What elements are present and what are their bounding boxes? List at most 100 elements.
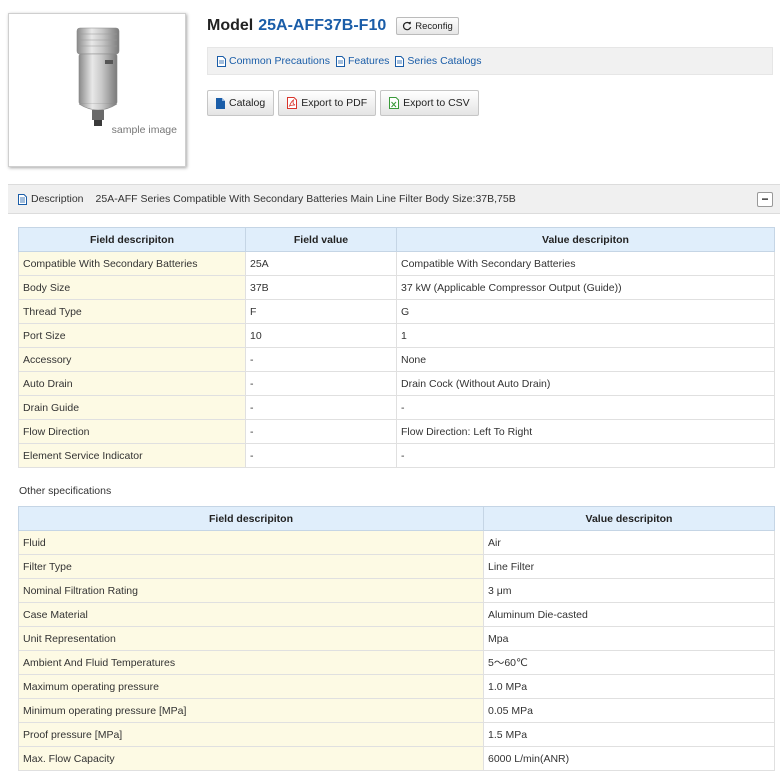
- reconfig-button[interactable]: Reconfig: [396, 17, 459, 35]
- link-features[interactable]: Features: [335, 55, 390, 67]
- description-icon: [18, 193, 27, 205]
- value-cell: F: [245, 299, 397, 324]
- value-cell: -: [245, 443, 397, 468]
- value-cell: -: [245, 395, 397, 420]
- description-panel: Description 25A-AFF Series Compatible Wi…: [8, 184, 780, 214]
- value-cell: 1.0 MPa: [483, 674, 775, 699]
- value-cell: 0.05 MPa: [483, 698, 775, 723]
- value-cell: Drain Cock (Without Auto Drain): [396, 371, 775, 396]
- other-specs-table: Field descripiton Value descripiton Flui…: [18, 506, 775, 771]
- table-row: Port Size 10 1: [18, 323, 775, 348]
- model-number: 25A-AFF37B-F10: [258, 17, 387, 34]
- column-header: Field descripiton: [18, 227, 246, 252]
- field-cell: Ambient And Fluid Temperatures: [18, 650, 484, 675]
- export-pdf-button[interactable]: Export to PDF: [278, 90, 377, 116]
- table-row: Auto Drain - Drain Cock (Without Auto Drai…: [18, 371, 775, 396]
- link-label: Series Catalogs: [407, 55, 482, 67]
- field-cell: Max. Flow Capacity: [18, 746, 484, 771]
- column-header: Value descripiton: [483, 506, 775, 531]
- column-header: Value descripiton: [396, 227, 775, 252]
- column-header: Field descripiton: [18, 506, 484, 531]
- link-label: Features: [347, 55, 390, 67]
- field-cell: Auto Drain: [18, 371, 246, 396]
- field-cell: Thread Type: [18, 299, 246, 324]
- value-cell: Air: [483, 530, 775, 555]
- field-cell: Proof pressure [MPa]: [18, 722, 484, 747]
- field-cell: Nominal Filtration Rating: [18, 578, 484, 603]
- field-cell: Maximum operating pressure: [18, 674, 484, 699]
- table-row: Element Service Indicator - -: [18, 443, 775, 468]
- table-header-row: Field descripiton Value descripiton: [18, 506, 775, 531]
- value-cell: -: [245, 371, 397, 396]
- table-row: Fluid Air: [18, 530, 775, 555]
- value-cell: -: [396, 395, 775, 420]
- link-label: Common Precautions: [229, 55, 330, 67]
- column-header: Field value: [245, 227, 397, 252]
- table-row: Thread Type F G: [18, 299, 775, 324]
- value-cell: 37B: [245, 275, 397, 300]
- field-cell: Fluid: [18, 530, 484, 555]
- field-cell: Case Material: [18, 602, 484, 627]
- other-specifications-title: Other specifications: [19, 485, 112, 497]
- catalog-button[interactable]: Catalog: [207, 90, 275, 116]
- refresh-icon: [403, 21, 412, 31]
- table-header-row: Field descripiton Field value Value desc…: [18, 227, 775, 252]
- value-cell: -: [396, 443, 775, 468]
- value-cell: 25A: [245, 251, 397, 276]
- value-cell: -: [245, 347, 397, 372]
- catalog-icon: [216, 97, 225, 109]
- field-cell: Filter Type: [18, 554, 484, 579]
- link-series-catalogs[interactable]: Series Catalogs: [395, 55, 482, 67]
- table-row: Maximum operating pressure 1.0 MPa: [18, 674, 775, 699]
- table-row: Body Size 37B 37 kW (Applicable Compressor…: [18, 275, 775, 300]
- table-row: Max. Flow Capacity 6000 L/min(ANR): [18, 746, 775, 771]
- pdf-icon: [287, 97, 298, 109]
- value-cell: 1: [396, 323, 775, 348]
- document-links-bar: Common Precautions Features Series Catal…: [207, 47, 773, 75]
- sample-image-label: sample image: [111, 124, 177, 136]
- table-row: Case Material Aluminum Die-casted: [18, 602, 775, 627]
- value-cell: Mpa: [483, 626, 775, 651]
- collapse-button[interactable]: −: [757, 192, 773, 207]
- table-row: Minimum operating pressure [MPa] 0.05 MPa: [18, 698, 775, 723]
- model-prefix: Model: [207, 17, 254, 34]
- table-row: Unit Representation Mpa: [18, 626, 775, 651]
- product-image: sample image: [8, 13, 186, 167]
- spec-table: Field descripiton Field value Value desc…: [18, 227, 775, 468]
- description-text: 25A-AFF Series Compatible With Secondary…: [95, 193, 516, 205]
- field-cell: Flow Direction: [18, 419, 246, 444]
- field-cell: Minimum operating pressure [MPa]: [18, 698, 484, 723]
- table-row: Ambient And Fluid Temperatures 5～60℃: [18, 650, 775, 675]
- export-csv-button[interactable]: Export to CSV: [380, 90, 479, 116]
- document-icon: [335, 55, 345, 67]
- table-row: Drain Guide - -: [18, 395, 775, 420]
- value-cell: 5～60℃: [483, 650, 775, 675]
- value-cell: 6000 L/min(ANR): [483, 746, 775, 771]
- field-cell: Element Service Indicator: [18, 443, 246, 468]
- field-cell: Port Size: [18, 323, 246, 348]
- value-cell: 3 μm: [483, 578, 775, 603]
- table-row: Compatible With Secondary Batteries 25A Co…: [18, 251, 775, 276]
- document-icon: [217, 55, 226, 67]
- download-buttons: Catalog Export to PDF Export to CSV: [207, 90, 479, 116]
- field-cell: Compatible With Secondary Batteries: [18, 251, 246, 276]
- export-csv-label: Export to CSV: [403, 97, 470, 109]
- field-cell: Body Size: [18, 275, 246, 300]
- value-cell: Compatible With Secondary Batteries: [396, 251, 775, 276]
- value-cell: 1.5 MPa: [483, 722, 775, 747]
- table-row: Nominal Filtration Rating 3 μm: [18, 578, 775, 603]
- link-common-precautions[interactable]: Common Precautions: [217, 55, 330, 67]
- value-cell: Aluminum Die-casted: [483, 602, 775, 627]
- value-cell: -: [245, 419, 397, 444]
- table-row: Flow Direction - Flow Direction: Left To R…: [18, 419, 775, 444]
- table-row: Proof pressure [MPa] 1.5 MPa: [18, 722, 775, 747]
- document-icon: [395, 55, 405, 67]
- export-pdf-label: Export to PDF: [301, 97, 368, 109]
- reconfig-label: Reconfig: [415, 20, 453, 32]
- field-cell: Unit Representation: [18, 626, 484, 651]
- csv-icon: [389, 97, 400, 109]
- value-cell: None: [396, 347, 775, 372]
- model-title: Model 25A-AFF37B-F10 Reconfig: [207, 15, 459, 37]
- description-label: Description: [31, 193, 84, 205]
- value-cell: G: [396, 299, 775, 324]
